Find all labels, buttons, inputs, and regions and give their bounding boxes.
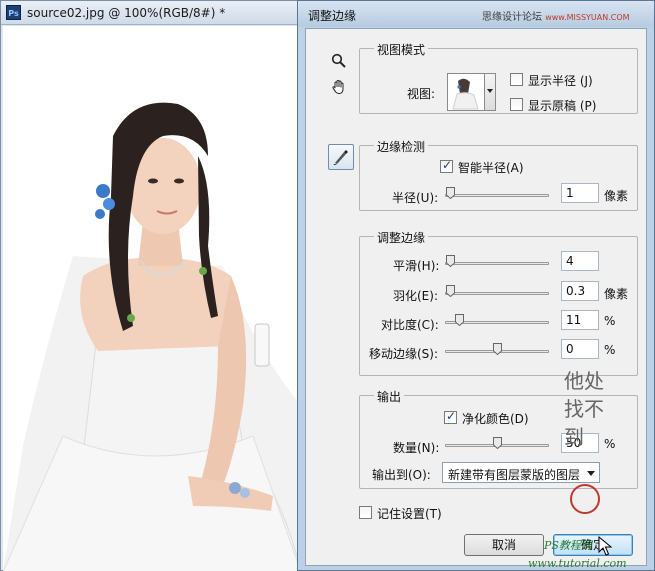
zoom-tool[interactable] <box>328 50 350 72</box>
view-preview-icon <box>452 78 479 110</box>
bride-photo <box>3 102 301 571</box>
shift-edge-label: 移动边缘(S): <box>369 347 439 361</box>
decontaminate-label: 净化颜色(D) <box>462 412 529 426</box>
photoshop-icon: Ps <box>6 5 21 20</box>
show-original-checkbox[interactable] <box>510 98 523 111</box>
show-radius-label: 显示半径 (J) <box>528 74 593 88</box>
feather-label: 羽化(E): <box>393 289 438 303</box>
forum-url: www.MISSYUAN.COM <box>545 13 630 22</box>
edge-detection-legend: 边缘检测 <box>374 138 429 155</box>
dialog-titlebar[interactable]: 调整边缘 思缘设计论坛 www.MISSYUAN.COM <box>298 1 654 27</box>
hand-tool[interactable] <box>328 76 350 98</box>
dialog-body: 视图模式 视图: 显示半径 (J) 显示原稿 (P) 边缘检测 智能 <box>305 28 647 570</box>
smooth-label: 平滑(H): <box>393 259 440 273</box>
shift-edge-input[interactable]: 0 <box>561 339 599 359</box>
view-label: 视图: <box>407 87 436 101</box>
radius-label: 半径(U): <box>392 191 439 205</box>
cancel-button[interactable]: 取消 <box>464 534 544 556</box>
adjust-edge-legend: 调整边缘 <box>374 229 429 246</box>
refine-edge-dialog: 调整边缘 思缘设计论坛 www.MISSYUAN.COM 视图模式 视图: 显示… <box>297 0 655 571</box>
site-url-watermark: www.tutorial.com <box>528 557 627 570</box>
edge-detection-group: 边缘检测 智能半径(A) 半径(U): 1 像素 <box>359 138 638 211</box>
mouse-pointer-icon <box>598 536 612 556</box>
view-mode-group: 视图模式 视图: 显示半径 (J) 显示原稿 (P) <box>359 41 638 114</box>
adjust-edge-group: 调整边缘 平滑(H): 4 羽化(E): 0.3 像素 对比度(C): 11 %… <box>359 229 638 376</box>
feather-slider[interactable] <box>445 292 549 295</box>
radius-unit: 像素 <box>604 189 629 203</box>
output-to-select[interactable]: 新建带有图层蒙版的图层 <box>442 462 600 483</box>
shift-edge-unit: % <box>604 343 616 357</box>
forum-watermark: 思缘设计论坛 www.MISSYUAN.COM <box>482 8 630 23</box>
refine-brush-icon <box>333 150 348 165</box>
remember-settings-label: 记住设置(T) <box>377 507 442 521</box>
smart-radius-label: 智能半径(A) <box>458 161 524 175</box>
hand-icon <box>332 79 344 95</box>
output-to-label: 输出到(O): <box>372 468 431 482</box>
forum-name: 思缘设计论坛 <box>482 12 542 23</box>
dialog-title: 调整边缘 <box>308 9 357 23</box>
image-canvas[interactable] <box>3 26 301 571</box>
feather-unit: 像素 <box>604 287 629 301</box>
contrast-input[interactable]: 11 <box>561 310 599 330</box>
decontaminate-checkbox[interactable] <box>444 409 457 424</box>
feather-input[interactable]: 0.3 <box>561 281 599 301</box>
radius-slider-thumb[interactable] <box>446 187 455 199</box>
show-original-label: 显示原稿 (P) <box>528 99 597 113</box>
refine-radius-tool[interactable] <box>328 144 354 170</box>
smooth-input[interactable]: 4 <box>561 251 599 271</box>
calligraphy-watermark: 他处找不到 <box>564 369 604 449</box>
seal-stamp-icon <box>570 484 600 514</box>
document-title: source02.jpg @ 100%(RGB/8#) * <box>27 6 226 20</box>
feather-slider-thumb[interactable] <box>446 285 455 297</box>
chevron-down-icon <box>487 89 493 93</box>
contrast-label: 对比度(C): <box>381 318 439 332</box>
view-mode-legend: 视图模式 <box>374 41 429 58</box>
site-watermark: PS教程网 <box>544 539 592 552</box>
show-radius-checkbox[interactable] <box>510 73 523 86</box>
magnifier-icon <box>331 53 346 68</box>
output-to-value: 新建带有图层蒙版的图层 <box>448 468 581 482</box>
radius-input[interactable]: 1 <box>561 183 599 203</box>
output-legend: 输出 <box>374 388 405 405</box>
amount-label: 数量(N): <box>393 441 440 455</box>
smooth-slider[interactable] <box>445 262 549 265</box>
contrast-slider-thumb[interactable] <box>455 314 464 326</box>
document-tab[interactable]: Ps source02.jpg @ 100%(RGB/8#) * <box>1 1 301 25</box>
smart-radius-checkbox[interactable] <box>440 158 453 173</box>
contrast-unit: % <box>604 314 616 328</box>
view-thumbnail[interactable] <box>447 73 485 111</box>
shift-edge-slider-thumb[interactable] <box>493 343 502 355</box>
radius-slider[interactable] <box>445 194 549 197</box>
amount-slider-thumb[interactable] <box>493 437 502 449</box>
remember-settings-checkbox[interactable] <box>359 506 372 519</box>
view-dropdown-button[interactable] <box>484 73 496 111</box>
chevron-down-icon <box>587 471 595 476</box>
smooth-slider-thumb[interactable] <box>446 255 455 267</box>
